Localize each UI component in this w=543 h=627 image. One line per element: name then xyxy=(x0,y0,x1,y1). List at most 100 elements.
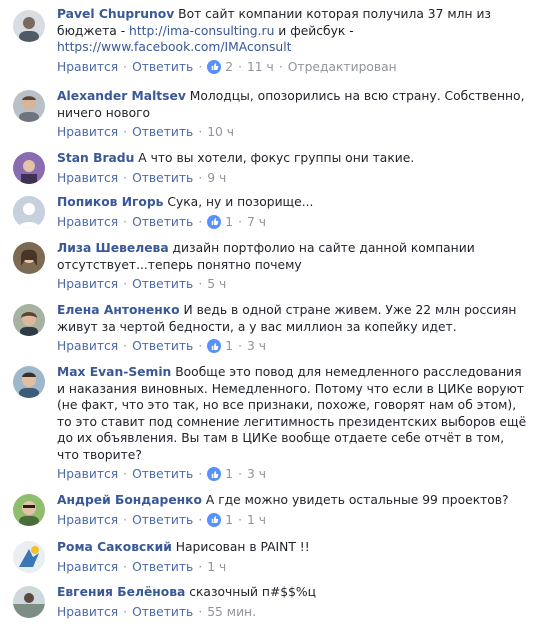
like-button[interactable]: Нравится xyxy=(57,466,118,482)
comment-author[interactable]: Евгения Белёнова xyxy=(57,585,185,599)
like-count[interactable]: 1 xyxy=(207,466,233,482)
comment-time[interactable]: 55 мин. xyxy=(207,604,256,620)
separator: · xyxy=(238,214,242,229)
comment-actions: Нравится · Ответить · 1 · 7 ч xyxy=(57,214,529,230)
separator: · xyxy=(123,125,128,139)
separator: · xyxy=(198,170,203,185)
comment-time[interactable]: 3 ч xyxy=(247,466,266,482)
comment-message: Сука, ну и позорище... xyxy=(163,195,314,209)
comment-actions: Нравится · Ответить · 2 · 11 ч · Отредактирован xyxy=(57,59,529,75)
comment-text: Лиза Шевелева дизайн портфолио на сайте … xyxy=(57,240,529,273)
comment-message: Нарисован в PAINT !! xyxy=(171,540,310,554)
reply-button[interactable]: Ответить xyxy=(132,466,193,482)
like-count-value: 1 xyxy=(225,512,234,527)
separator: · xyxy=(198,604,203,619)
separator: · xyxy=(238,467,242,481)
comment-link[interactable]: http://ima-consulting.ru xyxy=(129,24,274,38)
like-button[interactable]: Нравится xyxy=(57,59,118,75)
reply-button[interactable]: Ответить xyxy=(132,604,193,620)
reply-button[interactable]: Ответить xyxy=(132,276,193,292)
comment-time[interactable]: 7 ч xyxy=(247,214,266,230)
like-count-value: 1 xyxy=(225,214,234,229)
edited-label[interactable]: Отредактирован xyxy=(288,59,397,75)
comment-time[interactable]: 1 ч xyxy=(207,559,226,575)
like-count-value: 1 xyxy=(225,339,234,353)
like-count[interactable]: 1 xyxy=(207,512,233,528)
like-count-value: 2 xyxy=(225,59,234,74)
thumbs-up-icon xyxy=(207,339,222,353)
like-button[interactable]: Нравится xyxy=(57,338,118,354)
like-count[interactable]: 2 xyxy=(207,59,233,75)
comment-time[interactable]: 10 ч xyxy=(207,124,234,140)
like-count[interactable]: 1 xyxy=(207,338,233,354)
separator: · xyxy=(123,59,128,74)
comment-time[interactable]: 3 ч xyxy=(247,338,266,354)
reply-button[interactable]: Ответить xyxy=(132,214,193,230)
comment-author[interactable]: Stan Bradu xyxy=(57,151,134,165)
avatar[interactable] xyxy=(13,196,45,228)
separator: · xyxy=(123,467,128,481)
separator: · xyxy=(123,214,128,229)
separator: · xyxy=(238,339,242,353)
separator: · xyxy=(198,125,203,139)
comment-actions: Нравится · Ответить · 1 ч xyxy=(57,559,529,575)
like-button[interactable]: Нравится xyxy=(57,559,118,575)
like-button[interactable]: Нравится xyxy=(57,512,118,528)
comment-actions: Нравится · Ответить · 1 · 1 ч xyxy=(57,512,529,528)
comment-author[interactable]: Андрей Бондаренко xyxy=(57,493,202,507)
avatar[interactable] xyxy=(13,541,45,573)
like-count-value: 1 xyxy=(225,467,234,481)
separator: · xyxy=(123,170,128,185)
separator: · xyxy=(198,467,203,481)
reply-button[interactable]: Ответить xyxy=(132,512,193,528)
avatar[interactable] xyxy=(13,90,45,122)
reply-button[interactable]: Ответить xyxy=(132,59,193,75)
comment-author[interactable]: Alexander Maltsev xyxy=(57,89,186,103)
separator: · xyxy=(238,59,242,74)
separator: · xyxy=(123,277,128,291)
comment-actions: Нравится · Ответить · 10 ч xyxy=(57,124,529,140)
comment-text: Stan Bradu А что вы хотели, фокус группы… xyxy=(57,150,529,167)
comment-author[interactable]: Елена Антоненко xyxy=(57,303,180,317)
avatar[interactable] xyxy=(13,152,45,184)
comment-text: Рома Саковский Нарисован в PAINT !! xyxy=(57,539,529,556)
comment-author[interactable]: Pavel Chuprunov xyxy=(57,7,174,21)
avatar[interactable] xyxy=(13,586,45,618)
reply-button[interactable]: Ответить xyxy=(132,559,193,575)
comment-time[interactable]: 11 ч xyxy=(247,59,274,75)
comment-author[interactable]: Попиков Игорь xyxy=(57,195,163,209)
avatar[interactable] xyxy=(13,494,45,526)
comment-time[interactable]: 5 ч xyxy=(207,276,226,292)
reply-button[interactable]: Ответить xyxy=(132,338,193,354)
comment-author[interactable]: Лиза Шевелева xyxy=(57,241,169,255)
thumbs-up-icon xyxy=(207,59,222,74)
thumbs-up-icon xyxy=(207,467,222,481)
comment-actions: Нравится · Ответить · 1 · 3 ч xyxy=(57,338,529,354)
comment-text: Max Evan-Semin Вообще это повод для неме… xyxy=(57,364,529,463)
comment-time[interactable]: 9 ч xyxy=(207,170,226,186)
like-count[interactable]: 1 xyxy=(207,214,233,230)
comment-author[interactable]: Max Evan-Semin xyxy=(57,365,171,379)
separator: · xyxy=(123,604,128,619)
comment-actions: Нравится · Ответить · 1 · 3 ч xyxy=(57,466,529,482)
reply-button[interactable]: Ответить xyxy=(132,124,193,140)
reply-button[interactable]: Ответить xyxy=(132,170,193,186)
separator: · xyxy=(238,512,242,527)
separator: · xyxy=(198,277,203,291)
comment-message: сказочный п#$$%ц xyxy=(185,585,316,599)
like-button[interactable]: Нравится xyxy=(57,276,118,292)
like-button[interactable]: Нравится xyxy=(57,214,118,230)
like-button[interactable]: Нравится xyxy=(57,170,118,186)
comment-time[interactable]: 1 ч xyxy=(247,512,266,528)
avatar[interactable] xyxy=(13,366,45,398)
comment-link[interactable]: https://www.facebook.com/IMAconsult xyxy=(57,40,291,54)
avatar[interactable] xyxy=(13,10,45,42)
avatar[interactable] xyxy=(13,304,45,336)
avatar[interactable] xyxy=(13,242,45,274)
separator: · xyxy=(198,214,203,229)
comment-message: и фейсбук - xyxy=(274,23,354,38)
comment-author[interactable]: Рома Саковский xyxy=(57,540,172,554)
thumbs-up-icon xyxy=(207,512,222,527)
like-button[interactable]: Нравится xyxy=(57,604,118,620)
like-button[interactable]: Нравится xyxy=(57,124,118,140)
